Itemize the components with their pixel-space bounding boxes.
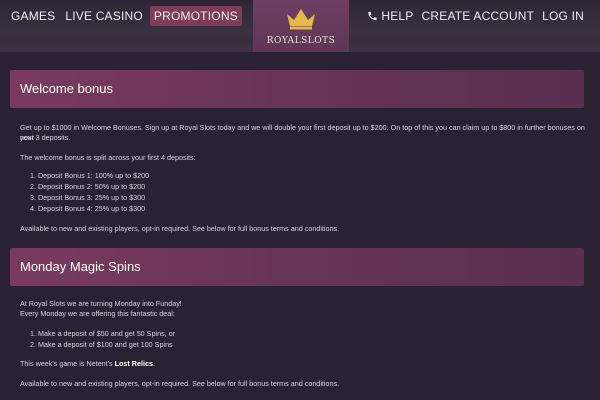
monday-intro-line-2: Every Monday we are offering this fantas… xyxy=(20,309,175,318)
list-item: 2. Make a deposit of $100 and get 100 Sp… xyxy=(30,340,173,349)
welcome-bonus-header: Welcome bonus xyxy=(10,70,584,108)
welcome-terms-note: Available to new and existing players, o… xyxy=(20,224,340,233)
list-item: 1. Make a deposit of $50 and get 50 Spin… xyxy=(30,329,176,338)
phone-icon xyxy=(368,11,377,21)
welcome-deposit-list: 1. Deposit Bonus 1: 100% up to $200 2. D… xyxy=(30,170,570,214)
help-link[interactable]: HELP xyxy=(367,9,413,23)
nav-promotions[interactable]: PROMOTIONS xyxy=(149,6,242,26)
crown-icon xyxy=(287,9,315,30)
nav-games[interactable]: GAMES xyxy=(8,6,58,26)
monday-spins-title: Monday Magic Spins xyxy=(20,259,141,274)
help-label: HELP xyxy=(381,9,414,23)
logo-text: ROYALSLOTS xyxy=(266,36,336,46)
account-nav: HELP CREATE ACCOUNT LOG IN xyxy=(367,9,584,23)
monday-deposit-list: 1. Make a deposit of $50 and get 50 Spin… xyxy=(30,328,570,350)
monday-game-text: This week's game is Netent's Lost Relics… xyxy=(20,359,585,369)
welcome-intro-line-2: next 3 deposits. xyxy=(20,133,71,142)
list-item: 2. Deposit Bonus 2: 50% up to $200 xyxy=(30,182,146,191)
list-item: 3. Deposit Bonus 3: 25% up to $300 xyxy=(30,193,146,202)
nav-live-casino[interactable]: LIVE CASINO xyxy=(62,6,146,26)
game-prefix: This week's game is Netent's xyxy=(20,359,115,368)
create-account-link[interactable]: CREATE ACCOUNT xyxy=(422,9,535,23)
login-link[interactable]: LOG IN xyxy=(542,9,584,23)
game-suffix: . xyxy=(152,359,155,368)
game-name-link[interactable]: Lost Relics xyxy=(115,359,153,368)
page-scrollbar[interactable] xyxy=(592,52,600,400)
main-nav: GAMES LIVE CASINO PROMOTIONS xyxy=(8,6,242,26)
monday-spins-header: Monday Magic Spins xyxy=(10,248,584,286)
welcome-bonus-title: Welcome bonus xyxy=(20,81,113,96)
welcome-split-text: The welcome bonus is split across your f… xyxy=(20,153,196,162)
monday-intro-line-1: At Royal Slots we are turning Monday int… xyxy=(20,299,182,308)
monday-terms-note: Available to new and existing players, o… xyxy=(20,379,340,388)
list-item: 1. Deposit Bonus 1: 100% up to $200 xyxy=(30,171,150,180)
list-item: 4. Deposit Bonus 4: 25% up to $300 xyxy=(30,204,146,213)
